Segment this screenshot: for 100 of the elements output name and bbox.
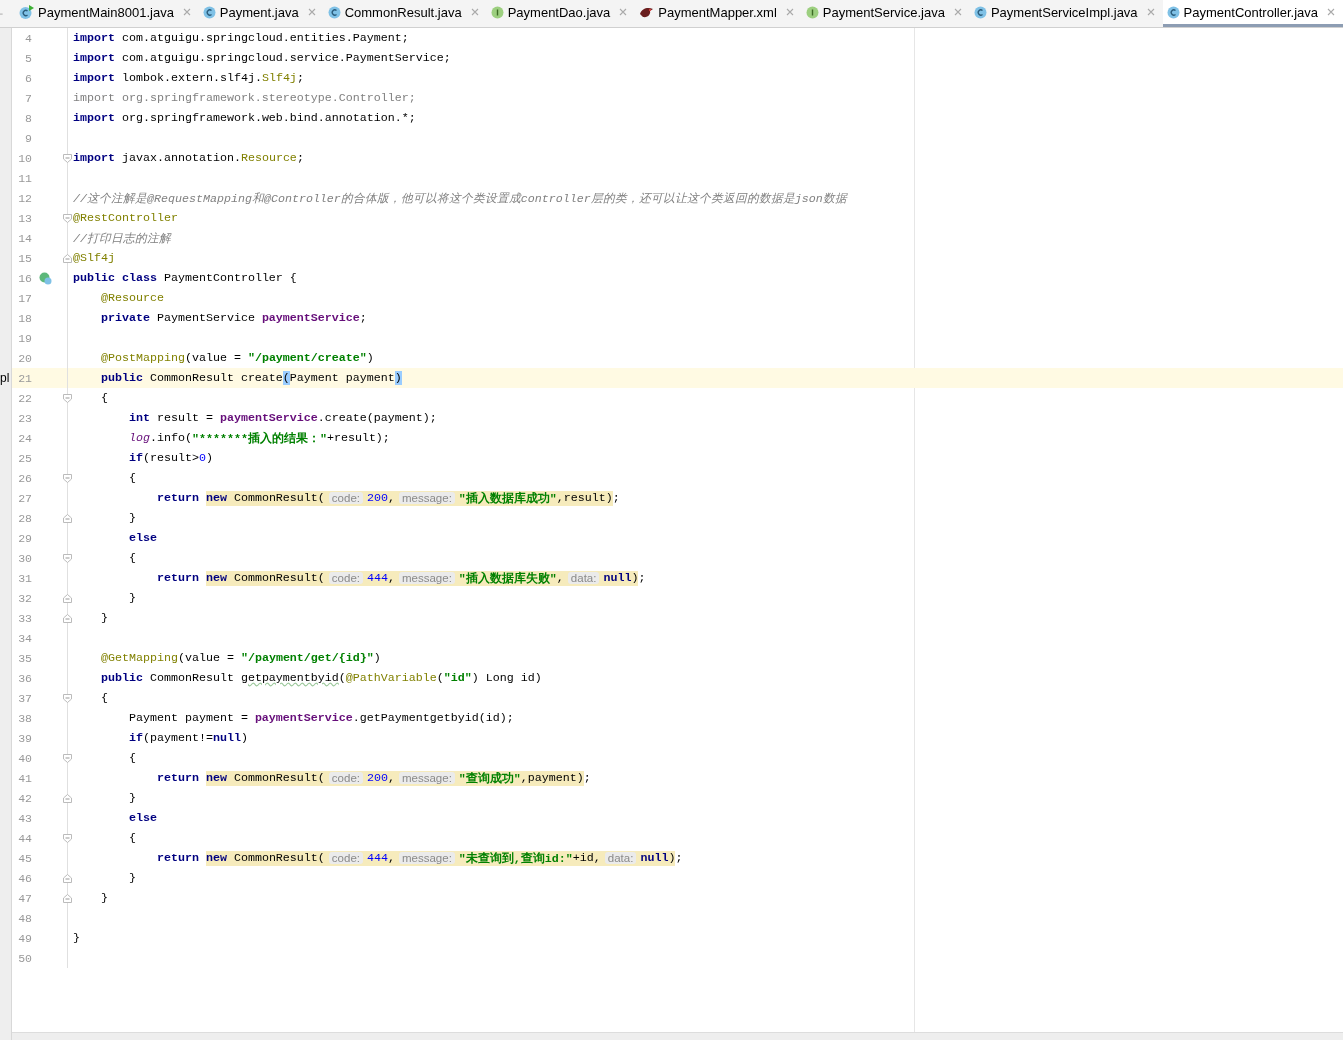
- close-icon[interactable]: [307, 8, 316, 16]
- code-text: CommonResult: [148, 671, 235, 685]
- code-text: CommonResult create: [148, 371, 283, 385]
- string-literal: "未查询到,查询id:": [458, 850, 573, 866]
- bird-icon: [639, 5, 655, 19]
- number-literal: 0: [198, 451, 206, 465]
- keyword: public class: [73, 271, 157, 285]
- code-text: (value =: [177, 651, 235, 665]
- keyword: import: [73, 71, 115, 85]
- fold-icon[interactable]: [63, 753, 72, 763]
- code-text: lombok.extern.slf4j.: [120, 71, 262, 85]
- fold-icon[interactable]: [63, 613, 72, 623]
- number-literal: 444: [367, 851, 388, 865]
- code-text: (: [338, 671, 346, 685]
- fold-icon[interactable]: [63, 793, 72, 803]
- annotation: @Slf4j: [73, 251, 115, 265]
- method-name: getpaymentbyid: [240, 671, 339, 685]
- class-gutter-icon[interactable]: [39, 271, 52, 285]
- string-literal: "插入数据库成功": [458, 490, 557, 506]
- close-icon[interactable]: [470, 8, 479, 16]
- code-text: ): [366, 351, 374, 365]
- line-number: 48: [17, 911, 32, 925]
- line-number: 42: [17, 791, 32, 805]
- code-text: pl: [0, 370, 10, 386]
- close-icon[interactable]: [1327, 8, 1335, 16]
- parameter-hint: code:: [328, 852, 363, 864]
- code-text: }: [99, 611, 108, 625]
- code-text: }: [127, 591, 136, 605]
- editor-tab[interactable]: PaymentDao.java: [486, 0, 636, 27]
- line-number: 46: [17, 871, 32, 885]
- code-text: (value =: [184, 351, 242, 365]
- horizontal-scrollbar[interactable]: [12, 1032, 1343, 1040]
- code-text: ): [668, 851, 676, 865]
- editor-tab[interactable]: CommonResult.java: [323, 0, 487, 27]
- number-literal: 444: [367, 571, 388, 585]
- fold-icon[interactable]: [63, 153, 72, 163]
- line-number: 41: [17, 771, 32, 785]
- line-number: 24: [17, 431, 32, 445]
- close-icon[interactable]: [953, 8, 962, 16]
- code-text: com.atguigu.springcloud.service.PaymentService;: [120, 51, 451, 65]
- editor-tab[interactable]: PaymentMapper.xml: [635, 0, 802, 27]
- fold-icon[interactable]: [63, 693, 72, 703]
- code-text: (result>: [142, 451, 199, 465]
- keyword: null: [603, 571, 632, 585]
- fold-icon[interactable]: [63, 473, 72, 483]
- code-text: ;: [296, 71, 304, 85]
- code-text: Payment payment: [289, 371, 395, 385]
- string-literal: "*******插入的结果：": [191, 430, 327, 446]
- interface-icon: [490, 5, 504, 19]
- fold-icon[interactable]: [63, 553, 72, 563]
- parameter-hint: code:: [328, 772, 363, 784]
- editor-tab[interactable]: PaymentService.java: [801, 0, 970, 27]
- fold-icon[interactable]: [63, 593, 72, 603]
- code-text: ,: [388, 771, 395, 785]
- number-literal: 200: [367, 491, 388, 505]
- keyword: import: [73, 31, 115, 45]
- fold-icon[interactable]: [63, 873, 72, 883]
- line-number: 43: [17, 811, 32, 825]
- editor-tab[interactable]: Payment.java: [198, 0, 324, 27]
- editor-tab[interactable]: PaymentServiceImpl.java: [969, 0, 1163, 27]
- parameter-hint: message:: [399, 492, 455, 504]
- class-icon: [19, 4, 34, 20]
- keyword: null: [640, 851, 669, 865]
- number-literal: 200: [367, 771, 388, 785]
- fold-icon[interactable]: [63, 513, 72, 523]
- fold-icon[interactable]: [63, 893, 72, 903]
- fold-icon[interactable]: [63, 393, 72, 403]
- line-number: 17: [17, 291, 32, 305]
- code-text: CommonResult(: [232, 851, 325, 865]
- close-icon[interactable]: [1146, 8, 1155, 16]
- fold-icon[interactable]: [63, 213, 72, 223]
- string-literal: "/payment/get/{id}": [240, 651, 374, 665]
- line-number: 28: [17, 511, 32, 525]
- fold-icon[interactable]: [63, 833, 72, 843]
- line-number: 18: [17, 311, 32, 325]
- unused-import: import org.springframework.stereotype.Controller;: [73, 91, 416, 105]
- line-number: 7: [24, 91, 32, 105]
- line-number: 44: [17, 831, 32, 845]
- code-text: ,: [388, 491, 395, 505]
- class-icon: [202, 5, 216, 19]
- code-text: ,payment): [520, 771, 584, 785]
- interface-icon: [805, 5, 819, 19]
- code-text: }: [127, 791, 136, 805]
- code-text: }: [99, 891, 108, 905]
- line-number: 37: [17, 691, 32, 705]
- keyword: import: [73, 111, 115, 125]
- editor-tab[interactable]: PaymentMain8001.java: [15, 0, 199, 27]
- editor-tab[interactable]: PaymentController.java: [1162, 0, 1343, 27]
- code-text: ): [240, 731, 248, 745]
- line-number: 39: [17, 731, 32, 745]
- line-number: 15: [17, 251, 32, 265]
- parameter-hint: message:: [399, 572, 455, 584]
- close-icon[interactable]: [182, 8, 191, 16]
- fold-icon[interactable]: [63, 253, 72, 263]
- code-text: (: [436, 671, 444, 685]
- line-number: 4: [24, 31, 32, 45]
- close-icon[interactable]: [619, 8, 628, 16]
- parameter-hint: code:: [328, 492, 363, 504]
- code-text: ,: [388, 571, 395, 585]
- close-icon[interactable]: [785, 8, 794, 16]
